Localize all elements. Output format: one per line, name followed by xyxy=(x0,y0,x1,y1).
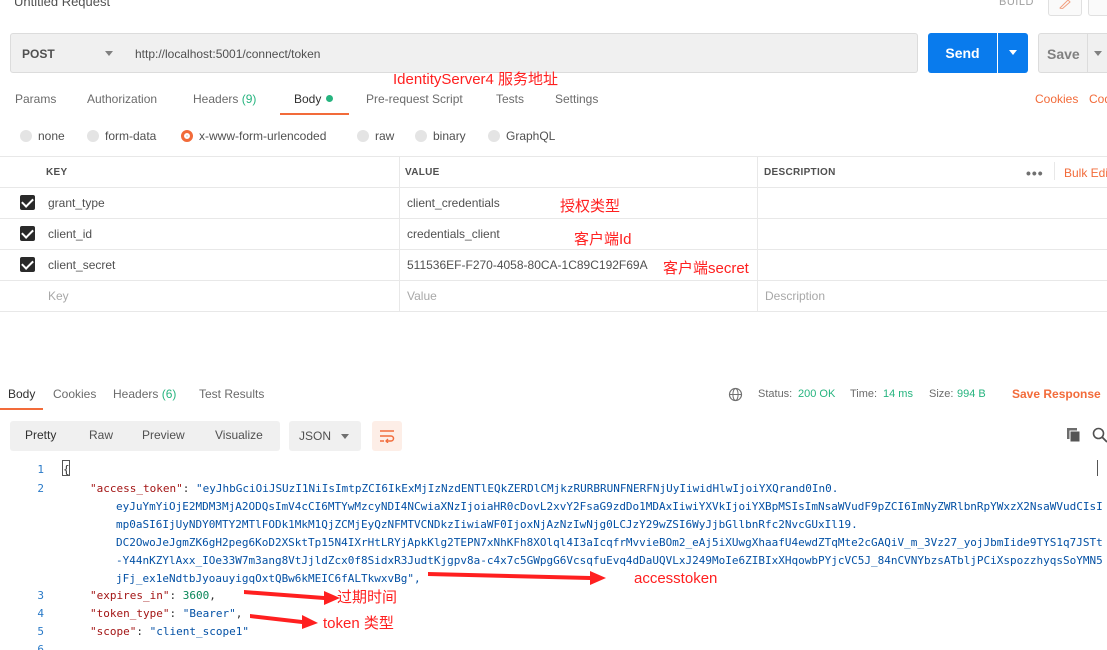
annotation-arrows xyxy=(244,571,606,629)
annotation-expires: 过期时间 xyxy=(337,589,398,606)
annotation-token-type: token 类型 xyxy=(323,615,394,632)
annotation-access-token: accesstoken xyxy=(634,570,718,587)
